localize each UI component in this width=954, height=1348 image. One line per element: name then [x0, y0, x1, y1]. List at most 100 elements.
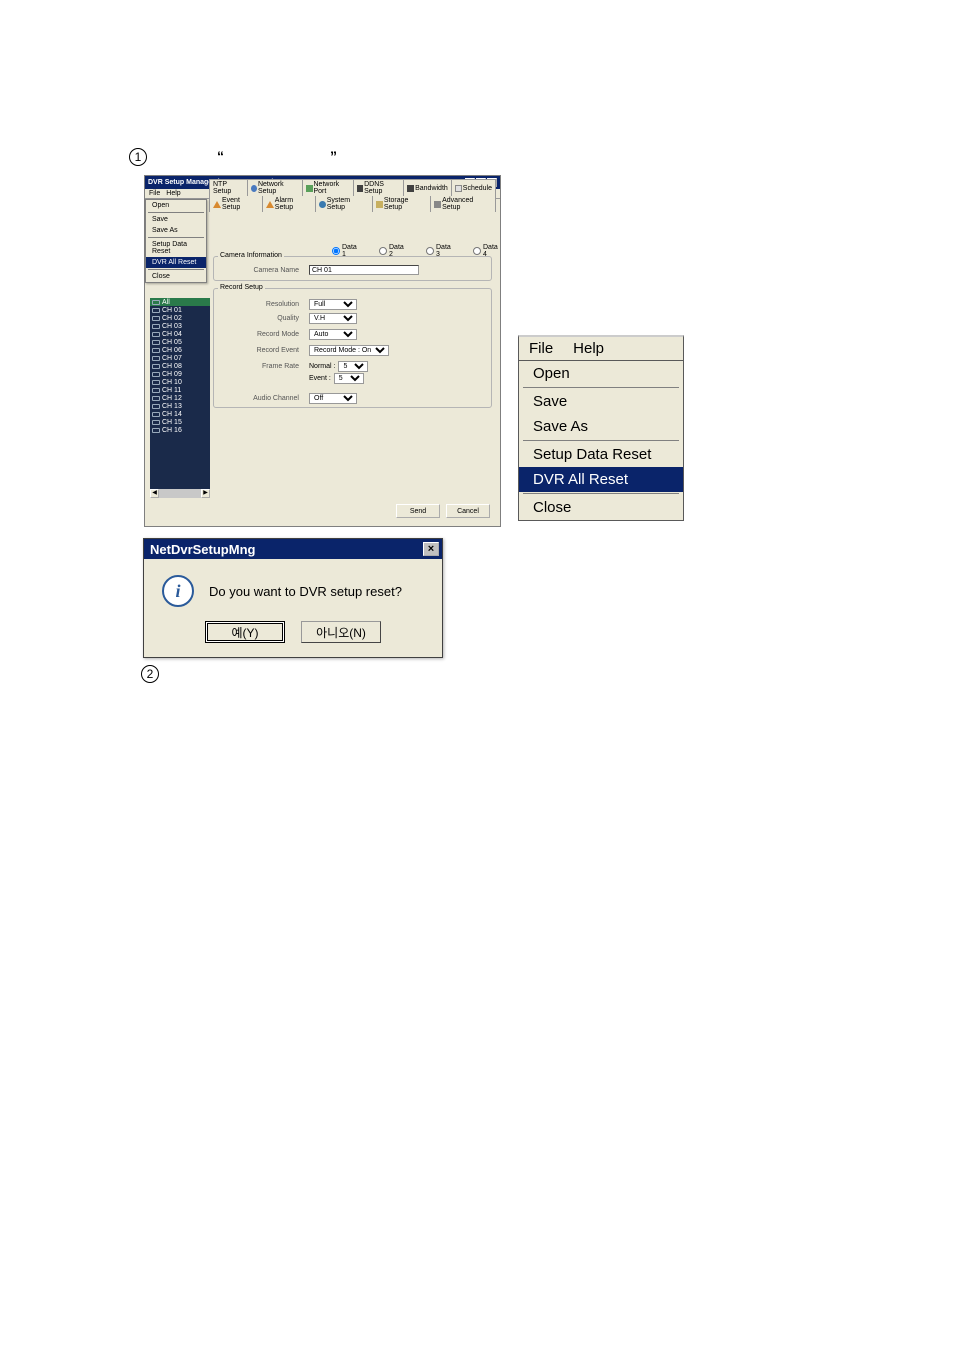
- menu-setup-data-reset[interactable]: Setup Data Reset: [146, 239, 206, 257]
- dialog-close-button[interactable]: ×: [423, 542, 439, 556]
- info-icon: i: [162, 575, 194, 607]
- audio-channel-label: Audio Channel: [234, 395, 309, 402]
- record-event-select[interactable]: Record Mode : On: [309, 345, 389, 356]
- enlarged-menu-help[interactable]: Help: [563, 337, 614, 360]
- camera-icon: [152, 388, 160, 393]
- dialog-titlebar: NetDvrSetupMng ×: [144, 539, 442, 559]
- channel-item[interactable]: CH 08: [150, 362, 210, 370]
- camera-icon: [152, 412, 160, 417]
- camera-icon: [152, 316, 160, 321]
- channel-item[interactable]: CH 06: [150, 346, 210, 354]
- menu-open[interactable]: Open: [146, 200, 206, 211]
- sidebar-scrollbar[interactable]: ◀ ▶: [150, 489, 210, 498]
- camera-info-legend: Camera Information: [218, 252, 284, 259]
- ddns-icon: [357, 185, 363, 192]
- enlarged-menu-dvr-all-reset[interactable]: DVR All Reset: [519, 467, 683, 492]
- channel-item[interactable]: CH 11: [150, 386, 210, 394]
- camera-icon: [152, 420, 160, 425]
- tab-storage-setup[interactable]: Storage Setup: [372, 196, 431, 212]
- enlarged-menu-open[interactable]: Open: [519, 361, 683, 386]
- tab-network-port[interactable]: Network Port: [302, 179, 354, 196]
- quality-select[interactable]: V.H: [309, 313, 357, 324]
- enlarged-menu-setup-reset[interactable]: Setup Data Reset: [519, 442, 683, 467]
- dialog-no-button[interactable]: 아니오(N): [301, 621, 381, 643]
- scroll-left-button[interactable]: ◀: [150, 489, 159, 498]
- menu-save[interactable]: Save: [146, 214, 206, 225]
- menu-separator: [523, 493, 679, 494]
- annotation-2-circle: 2: [141, 665, 159, 683]
- camera-name-input[interactable]: [309, 265, 419, 275]
- tab-advanced-setup[interactable]: Advanced Setup: [430, 196, 496, 212]
- bandwidth-icon: [407, 185, 414, 192]
- camera-icon: [152, 348, 160, 353]
- tab-network-setup[interactable]: Network Setup: [247, 179, 304, 196]
- channel-item[interactable]: CH 05: [150, 338, 210, 346]
- scroll-right-button[interactable]: ▶: [201, 489, 210, 498]
- channel-item[interactable]: CH 02: [150, 314, 210, 322]
- channel-item[interactable]: CH 15: [150, 418, 210, 426]
- dialog-title: NetDvrSetupMng: [150, 542, 255, 557]
- send-button[interactable]: Send: [396, 504, 440, 518]
- camera-icon: [152, 396, 160, 401]
- dialog-yes-button[interactable]: 예(Y): [205, 621, 285, 643]
- dvr-setup-manager-window: DVR Setup Manager (192.168.100.141) _ □ …: [144, 175, 501, 527]
- camera-icon: [152, 380, 160, 385]
- menu-close[interactable]: Close: [146, 271, 206, 282]
- tab-system-setup[interactable]: System Setup: [315, 196, 373, 212]
- tab-ntp-setup[interactable]: NTP Setup: [209, 179, 248, 196]
- menu-separator: [523, 387, 679, 388]
- open-quote: “: [217, 148, 224, 164]
- frame-rate-label: Frame Rate: [234, 363, 309, 370]
- dialog-message: Do you want to DVR setup reset?: [209, 584, 402, 599]
- tab-bandwidth[interactable]: Bandwidth: [403, 179, 452, 196]
- camera-name-label: Camera Name: [234, 267, 309, 274]
- close-quote: ”: [330, 148, 337, 164]
- port-icon: [306, 185, 312, 192]
- tools-icon: [434, 201, 441, 208]
- channel-item[interactable]: CH 04: [150, 330, 210, 338]
- camera-icon: [152, 308, 160, 313]
- record-mode-select[interactable]: Auto: [309, 329, 357, 340]
- camera-icon: [152, 372, 160, 377]
- camera-icon: [152, 332, 160, 337]
- menu-help[interactable]: Help: [166, 190, 180, 197]
- file-menu-enlarged: File Help Open Save Save As Setup Data R…: [518, 335, 684, 521]
- menu-file[interactable]: File: [149, 190, 160, 197]
- enlarged-menu-save-as[interactable]: Save As: [519, 414, 683, 439]
- channel-item[interactable]: CH 14: [150, 410, 210, 418]
- cancel-button[interactable]: Cancel: [446, 504, 490, 518]
- enlarged-menu-save[interactable]: Save: [519, 389, 683, 414]
- tab-alarm-setup[interactable]: Alarm Setup: [262, 196, 316, 212]
- camera-icon: [152, 404, 160, 409]
- frame-rate-event-select[interactable]: 5: [334, 373, 364, 384]
- enlarged-menu-file[interactable]: File: [519, 337, 563, 360]
- channel-item[interactable]: CH 10: [150, 378, 210, 386]
- enlarged-menu-close[interactable]: Close: [519, 495, 683, 520]
- audio-channel-select[interactable]: Off: [309, 393, 357, 404]
- frame-rate-normal-select[interactable]: 5: [338, 361, 368, 372]
- quality-label: Quality: [234, 315, 309, 322]
- camera-information-group: Camera Information Camera Name: [213, 256, 492, 281]
- tab-ddns-setup[interactable]: DDNS Setup: [353, 179, 404, 196]
- menu-dvr-all-reset[interactable]: DVR All Reset: [146, 257, 206, 268]
- tab-schedule[interactable]: Schedule: [451, 179, 496, 196]
- warning-icon: [213, 201, 221, 208]
- camera-icon: [152, 300, 160, 305]
- tab-event-setup[interactable]: Event Setup: [209, 196, 263, 212]
- record-mode-label: Record Mode: [234, 331, 309, 338]
- channel-item[interactable]: CH 13: [150, 402, 210, 410]
- channel-item[interactable]: CH 07: [150, 354, 210, 362]
- calendar-icon: [455, 185, 462, 192]
- channel-item[interactable]: CH 12: [150, 394, 210, 402]
- camera-icon: [152, 428, 160, 433]
- channel-item[interactable]: CH 16: [150, 426, 210, 434]
- resolution-select[interactable]: Full: [309, 299, 357, 310]
- annotation-1-circle: 1: [129, 148, 147, 166]
- channel-item-all[interactable]: All: [150, 298, 210, 306]
- channel-item[interactable]: CH 09: [150, 370, 210, 378]
- menu-save-as[interactable]: Save As: [146, 225, 206, 236]
- channel-item[interactable]: CH 01: [150, 306, 210, 314]
- channel-item[interactable]: CH 03: [150, 322, 210, 330]
- menu-separator: [148, 212, 204, 213]
- record-setup-group: Record Setup Resolution Full Quality V.H…: [213, 288, 492, 408]
